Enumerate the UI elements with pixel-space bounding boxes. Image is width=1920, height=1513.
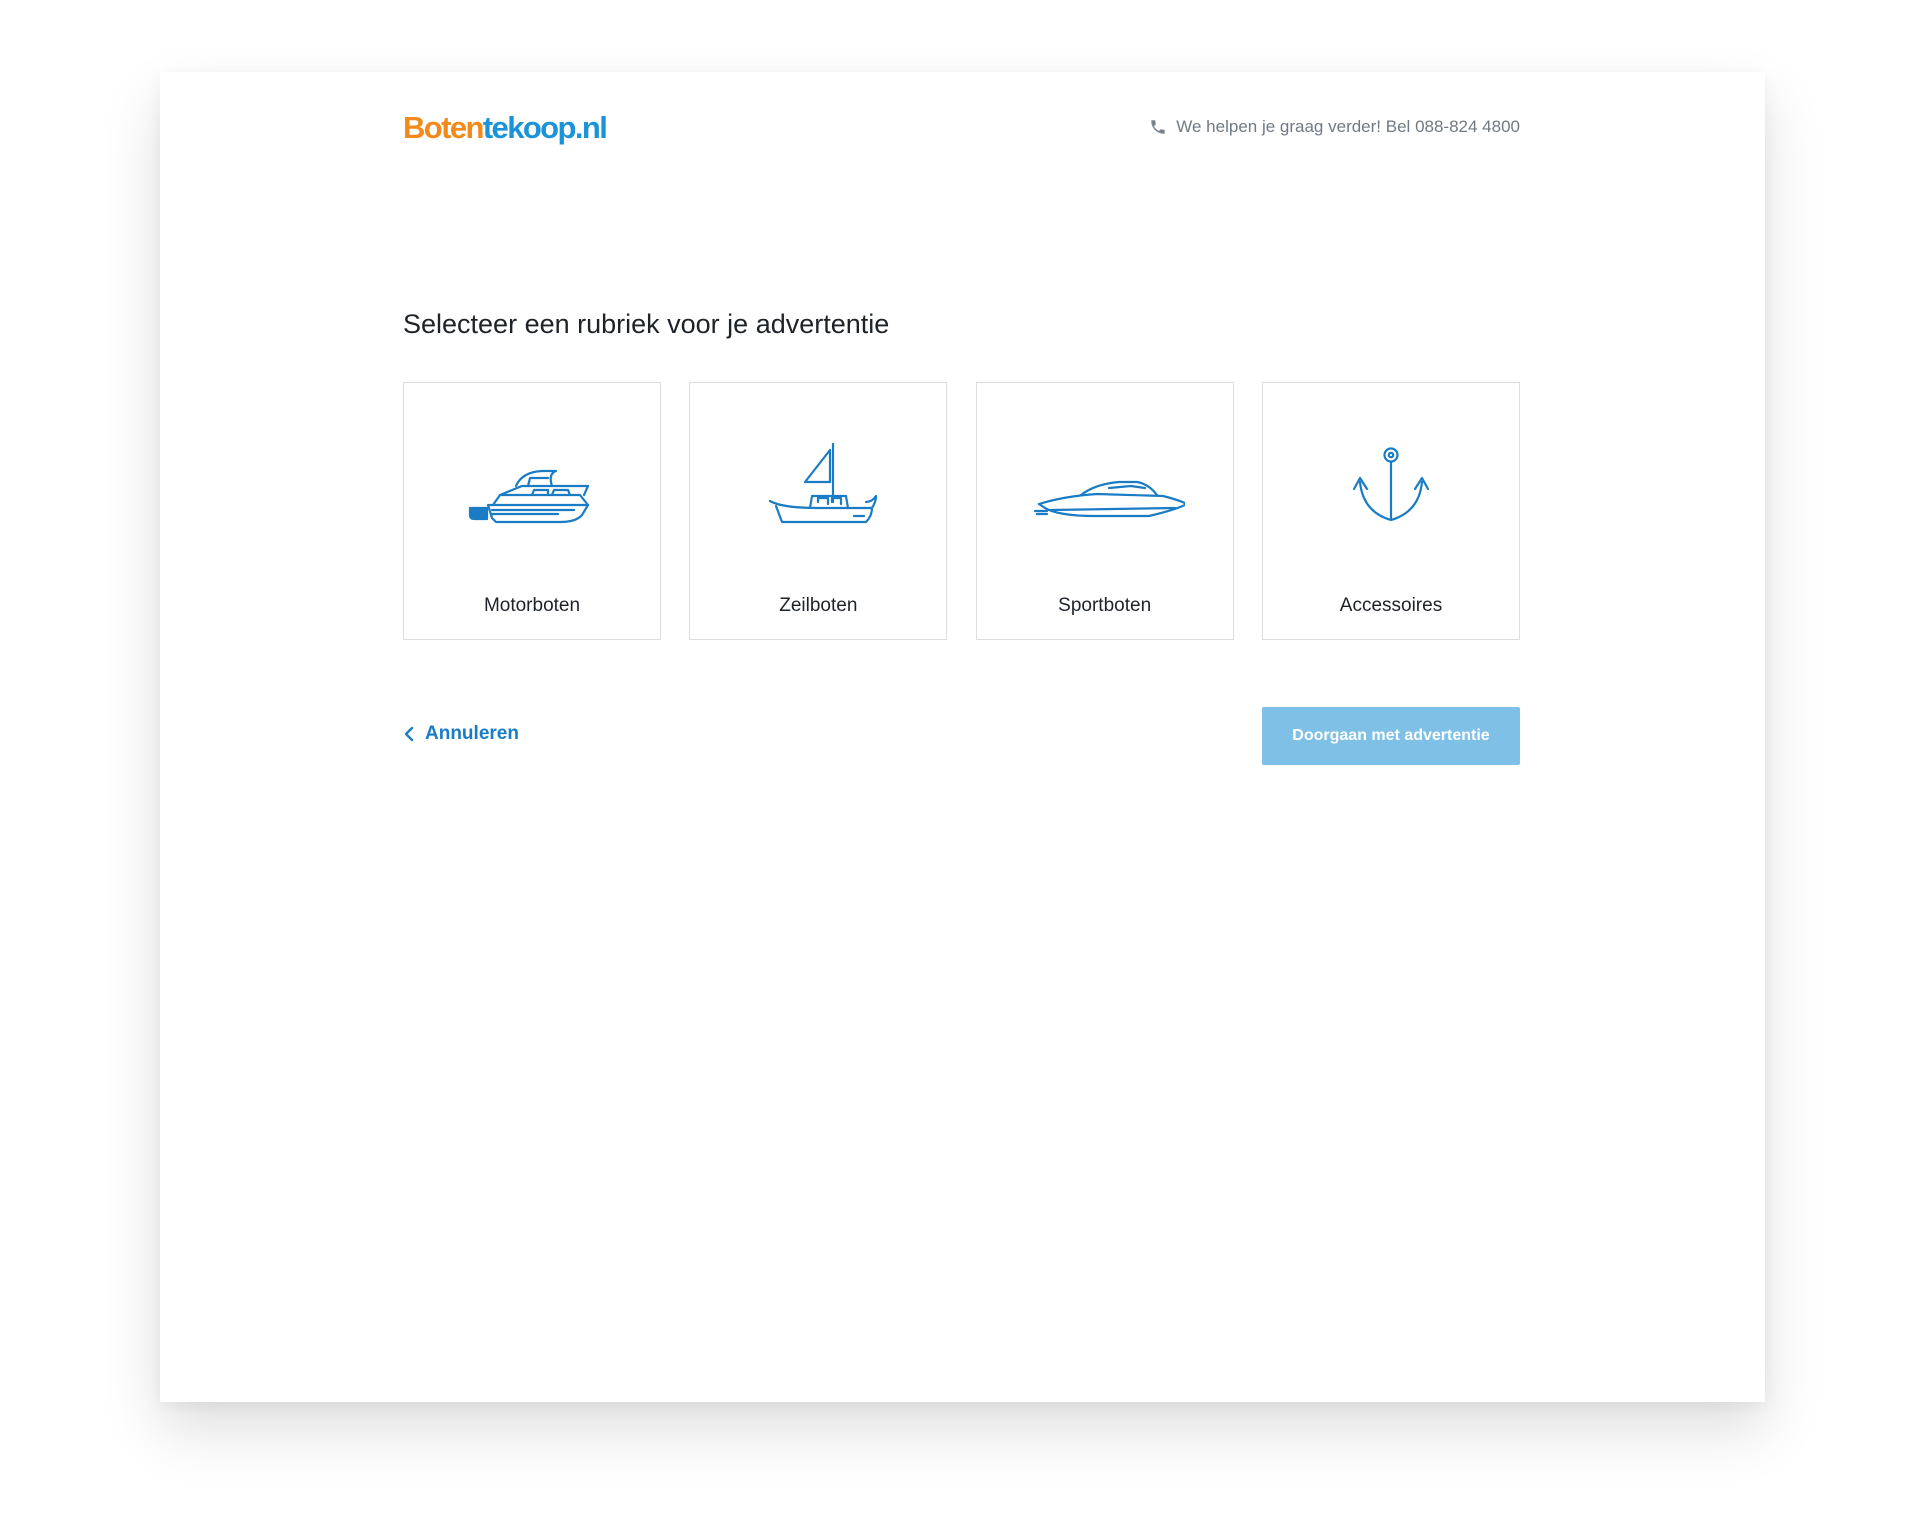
helpline: We helpen je graag verder! Bel 088-824 4… (1149, 112, 1520, 142)
content-column: Botentekoop.nl We helpen je graag verder… (403, 72, 1520, 1402)
continue-button[interactable]: Doorgaan met advertentie (1262, 707, 1520, 765)
category-label: Accessoires (1339, 595, 1443, 616)
main-card: Botentekoop.nl We helpen je graag verder… (160, 72, 1765, 1402)
anchor-icon (1352, 447, 1430, 522)
logo-part-tekoop: tekoop (482, 110, 577, 145)
category-label: Zeilboten (779, 595, 858, 616)
category-tile-zeilboten[interactable]: Zeilboten (689, 382, 948, 640)
logo-part-boten: Boten (403, 110, 484, 145)
sailboat-icon (769, 442, 878, 524)
speedboat-icon (1033, 480, 1185, 518)
category-tile-motorboten[interactable]: Motorboten (403, 382, 661, 640)
site-logo[interactable]: Botentekoop.nl (403, 108, 608, 148)
category-label: Sportboten (1058, 595, 1152, 616)
helpline-text: We helpen je graag verder! Bel (1176, 117, 1411, 136)
cancel-link[interactable]: Annuleren (403, 723, 519, 745)
page-title: Selecteer een rubriek voor je advertenti… (403, 309, 890, 339)
category-tile-accessoires[interactable]: Accessoires (1261, 382, 1520, 640)
header: Botentekoop.nl We helpen je graag verder… (403, 106, 1520, 166)
category-label: Motorboten (483, 595, 581, 616)
footer-actions: Annuleren Doorgaan met advertentie (403, 707, 1520, 767)
helpline-phone-number: 088-824 4800 (1415, 117, 1520, 136)
category-grid: Motorboten Zeilboten Sportboten Accessoi… (403, 382, 1520, 642)
logo-part-tld: .nl (574, 110, 608, 145)
phone-icon (1149, 118, 1167, 136)
page-background: Botentekoop.nl We helpen je graag verder… (0, 0, 1920, 1513)
cancel-label: Annuleren (425, 723, 519, 744)
category-tile-sportboten[interactable]: Sportboten (975, 382, 1234, 640)
chevron-left-icon (403, 726, 415, 742)
motorboat-icon (468, 469, 590, 524)
